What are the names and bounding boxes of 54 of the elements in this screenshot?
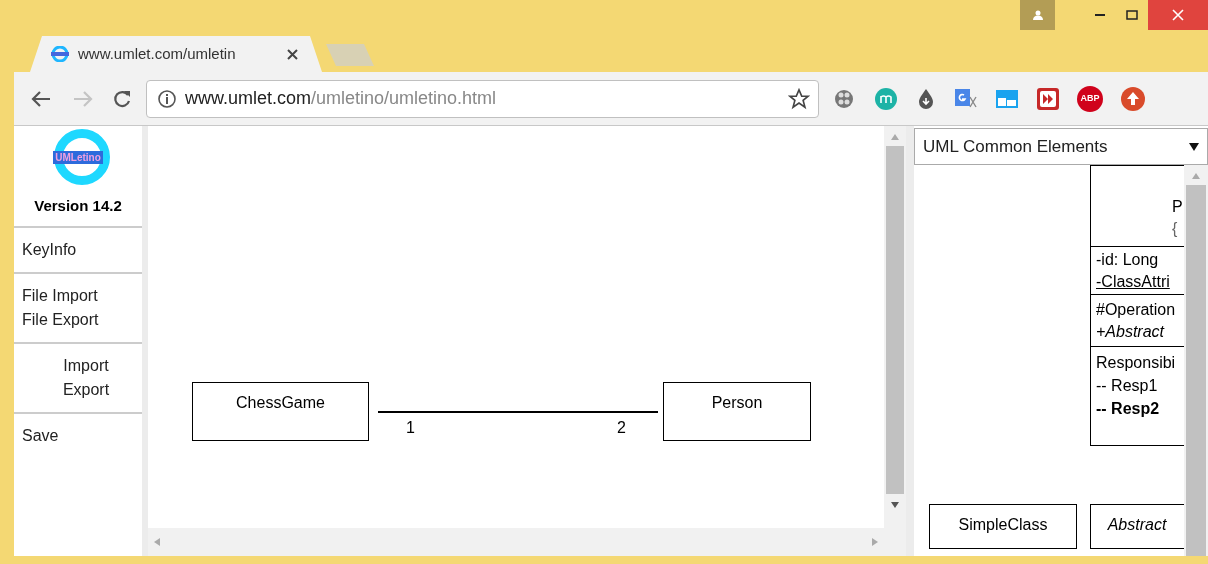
class-box[interactable]: Person: [663, 382, 811, 441]
info-icon: [157, 88, 177, 109]
palette-dropdown[interactable]: UML Common Elements: [914, 128, 1208, 165]
globe-icon: [50, 46, 70, 62]
association-line[interactable]: [378, 411, 658, 413]
menu-item[interactable]: Import: [63, 354, 109, 378]
version-label: Version 14.2: [34, 196, 122, 216]
user-icon: [1031, 9, 1044, 21]
vertical-scrollbar[interactable]: [1184, 165, 1208, 556]
menu-item[interactable]: Export: [62, 378, 110, 402]
right-arrow-icon: [872, 538, 878, 546]
forward-icon: [72, 88, 94, 109]
up-arrow-icon: [1192, 173, 1200, 179]
multiplicity-label: 2: [617, 418, 626, 438]
up-arrow-icon: [891, 134, 899, 140]
reload-icon: [112, 88, 132, 109]
maximize-icon: [1125, 10, 1138, 20]
operation-text: #Operation: [1096, 300, 1176, 320]
operation-text: +Abstract: [1096, 322, 1165, 342]
class-template[interactable]: SimpleClass: [929, 504, 1077, 549]
class-name: P: [1172, 197, 1183, 217]
close-icon: [1172, 9, 1184, 21]
menu-item[interactable]: KeyInfo: [22, 238, 77, 262]
address-bar[interactable]: www.umlet.com/umletino/umletino.html: [146, 79, 819, 118]
class-box[interactable]: ChessGame: [192, 382, 369, 441]
minimize-icon: [1095, 13, 1105, 17]
left-arrow-icon: [154, 538, 160, 546]
url-text: www.umlet.com/umletino/umletino.html: [185, 87, 498, 110]
responsibility-text: -- Resp2: [1096, 399, 1160, 419]
menu-item[interactable]: Save: [22, 424, 59, 448]
star-icon: [788, 87, 810, 110]
profile-button[interactable]: [1020, 0, 1055, 30]
horizontal-scrollbar[interactable]: [148, 528, 884, 556]
down-arrow-icon: [891, 502, 899, 508]
upload-icon: [1120, 85, 1146, 112]
multiplicity-label: 1: [406, 418, 415, 438]
caret-icon: [1189, 142, 1199, 151]
back-icon: [30, 88, 52, 109]
vertical-scrollbar[interactable]: [884, 126, 906, 556]
responsibility-text: Responsibi: [1096, 353, 1176, 373]
attribute-text: -ClassAttri: [1096, 272, 1170, 292]
diagram-canvas[interactable]: ChessGame Person 1 2: [148, 126, 884, 528]
adblock-icon[interactable]: ABP: [1077, 85, 1103, 112]
attribute-text: -id: Long: [1096, 250, 1159, 270]
responsibility-text: -- Resp1: [1096, 376, 1158, 396]
class-properties: {: [1172, 219, 1178, 239]
menu-item[interactable]: File Import: [22, 284, 98, 308]
menu-item[interactable]: File Export: [22, 308, 99, 332]
browser-tab[interactable]: www.umlet.com/umletin: [30, 36, 322, 72]
tab-title: www.umlet.com/umletin: [78, 43, 237, 64]
splitter[interactable]: [906, 126, 914, 556]
letter-m-icon: [874, 86, 898, 111]
close-icon: [287, 48, 298, 60]
fast-forward-icon: [1036, 86, 1060, 111]
